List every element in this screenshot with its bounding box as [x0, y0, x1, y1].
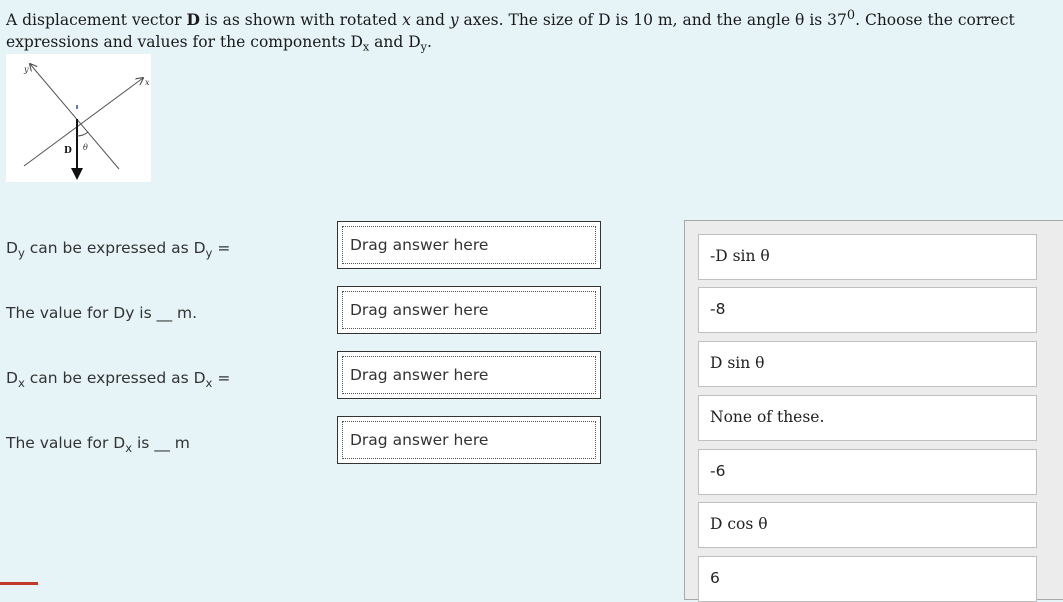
drop-zone-placeholder: Drag answer here [342, 356, 596, 394]
prompt-text: can be expressed as D [24, 239, 206, 257]
drop-zone-placeholder: Drag answer here [342, 226, 596, 264]
prompt-text: The value for D [6, 434, 126, 452]
question-part: A displacement vector [6, 11, 187, 30]
vector-d-label: D [64, 146, 72, 156]
answer-6[interactable]: 6 [698, 556, 1037, 602]
angle-arc [76, 131, 89, 137]
prompt-text: D [6, 369, 18, 387]
y-axis-label: y [23, 65, 29, 74]
vector-diagram-svg: y x D θ [23, 54, 150, 180]
answer-neg-6[interactable]: -6 [698, 449, 1037, 495]
prompt-dy-expression: Dy can be expressed as Dy = [6, 239, 230, 260]
prompt-text: m. [172, 304, 198, 322]
prompt-blank: __ [154, 434, 170, 452]
answer-neg-d-sin-theta[interactable]: -D sin θ [698, 234, 1037, 280]
drop-zone-dx-value[interactable]: Drag answer here [337, 416, 601, 464]
prompt-text: = [212, 369, 231, 387]
prompt-dy-value: The value for Dy is __ m. [6, 304, 197, 322]
drop-zone-placeholder: Drag answer here [342, 421, 596, 459]
question-part: and [410, 11, 450, 30]
question-part: axes. The size of D is 10 m, and the ang… [458, 11, 847, 30]
x-axis-label: x [145, 78, 150, 87]
prompt-text: can be expressed as D [24, 369, 206, 387]
drop-zone-dy-expression[interactable]: Drag answer here [337, 221, 601, 269]
drop-zone-placeholder: Drag answer here [342, 291, 596, 329]
question-part: is as shown with rotated [199, 11, 403, 30]
prompt-dx-expression: Dx can be expressed as Dx = [6, 369, 230, 390]
prompt-text: is [132, 434, 155, 452]
answer-neg-8[interactable]: -8 [698, 287, 1037, 333]
prompt-text: The value for Dy is [6, 304, 157, 322]
prompt-dx-value: The value for Dx is __ m [6, 434, 190, 455]
prompt-text: D [6, 239, 18, 257]
y-axis-line [30, 64, 120, 170]
prompt-subscript: y [17, 246, 25, 261]
question-degree: 0 [846, 8, 856, 23]
prompt-blank: __ [156, 304, 173, 322]
angle-label: θ [83, 143, 88, 152]
answer-d-cos-theta[interactable]: D cos θ [698, 502, 1037, 548]
question-y-variable: y [449, 11, 459, 30]
question-part: . [426, 33, 432, 52]
vector-diagram: y x D θ [6, 54, 151, 182]
drop-zone-dy-value[interactable]: Drag answer here [337, 286, 601, 334]
answer-none-of-these[interactable]: None of these. [698, 395, 1037, 441]
question-x-variable: x [402, 11, 411, 30]
answer-bank: -D sin θ -8 D sin θ None of these. -6 D … [684, 220, 1063, 602]
prompt-subscript: x [17, 376, 25, 391]
answer-d-sin-theta[interactable]: D sin θ [698, 341, 1037, 387]
drop-zone-dx-expression[interactable]: Drag answer here [337, 351, 601, 399]
question-text: A displacement vector D is as shown with… [6, 5, 1056, 59]
question-part: and D [369, 33, 421, 52]
question-vector: D [186, 10, 200, 30]
x-axis-line [23, 78, 143, 167]
prompt-text: m [169, 434, 190, 452]
prompt-text: = [212, 239, 231, 257]
